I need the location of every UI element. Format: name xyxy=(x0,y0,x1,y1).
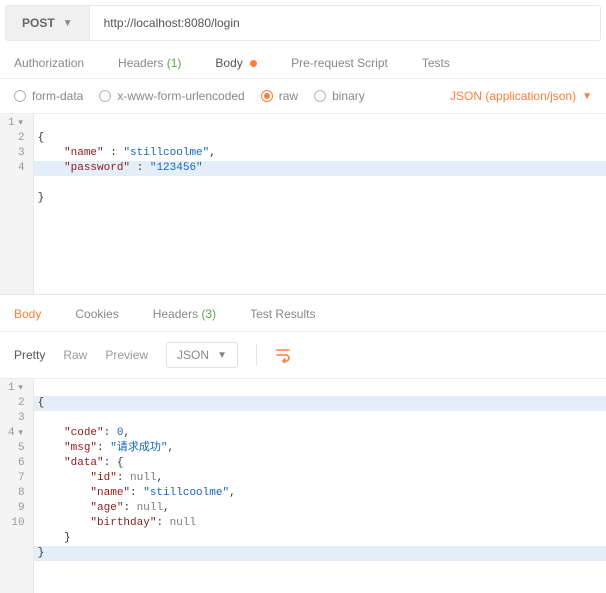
view-pretty[interactable]: Pretty xyxy=(14,348,45,362)
tab-cookies[interactable]: Cookies xyxy=(75,307,118,321)
radio-raw[interactable]: raw xyxy=(261,89,298,103)
method-label: POST xyxy=(22,16,55,30)
radio-form-data[interactable]: form-data xyxy=(14,89,83,103)
request-url-bar: POST ▼ xyxy=(5,5,601,41)
view-preview[interactable]: Preview xyxy=(105,348,148,362)
radio-urlencoded[interactable]: x-www-form-urlencoded xyxy=(99,89,244,103)
tab-tests[interactable]: Tests xyxy=(422,56,450,70)
tab-authorization[interactable]: Authorization xyxy=(14,56,84,70)
content-type-dropdown[interactable]: JSON (application/json) ▼ xyxy=(450,89,592,103)
wrap-lines-icon[interactable] xyxy=(275,347,291,363)
tab-body[interactable]: Body xyxy=(215,56,257,70)
fold-toggle-icon[interactable]: ▾ xyxy=(17,116,25,131)
request-body-editor[interactable]: 1▾ 2 3 4 { "name" : "stillcoolme", "pass… xyxy=(0,114,606,294)
fold-toggle-icon[interactable]: ▾ xyxy=(17,381,25,396)
tab-test-results[interactable]: Test Results xyxy=(250,307,315,321)
fold-toggle-icon[interactable]: ▾ xyxy=(17,426,25,441)
format-dropdown[interactable]: JSON ▼ xyxy=(166,342,238,368)
body-type-row: form-data x-www-form-urlencoded raw bina… xyxy=(0,79,606,114)
tab-response-headers[interactable]: Headers (3) xyxy=(153,307,216,321)
code-area: { "code": 0, "msg": "请求成功", "data": { "i… xyxy=(34,379,606,593)
tab-response-body[interactable]: Body xyxy=(14,307,41,321)
chevron-down-icon: ▼ xyxy=(582,91,592,102)
tab-headers[interactable]: Headers (1) xyxy=(118,56,181,70)
response-tabs: Body Cookies Headers (3) Test Results xyxy=(0,295,606,332)
view-raw[interactable]: Raw xyxy=(63,348,87,362)
request-tabs: Authorization Headers (1) Body Pre-reque… xyxy=(0,46,606,79)
method-dropdown[interactable]: POST ▼ xyxy=(6,6,90,40)
dot-icon xyxy=(250,60,257,67)
chevron-down-icon: ▼ xyxy=(63,18,73,29)
code-area[interactable]: { "name" : "stillcoolme", "password" : "… xyxy=(34,114,606,294)
line-gutter: 1▾ 2 3 4 xyxy=(0,114,34,294)
url-input[interactable] xyxy=(90,6,600,40)
line-gutter: 1▾ 2 3 4▾ 5 6 7 8 9 10 xyxy=(0,379,34,593)
tab-prerequest[interactable]: Pre-request Script xyxy=(291,56,388,70)
chevron-down-icon: ▼ xyxy=(217,350,227,361)
divider xyxy=(256,344,257,366)
response-toolbar: Pretty Raw Preview JSON ▼ xyxy=(0,332,606,379)
response-headers-count: (3) xyxy=(201,307,216,321)
headers-count: (1) xyxy=(167,56,182,70)
radio-binary[interactable]: binary xyxy=(314,89,365,103)
response-body-viewer[interactable]: 1▾ 2 3 4▾ 5 6 7 8 9 10 { "code": 0, "msg… xyxy=(0,379,606,593)
